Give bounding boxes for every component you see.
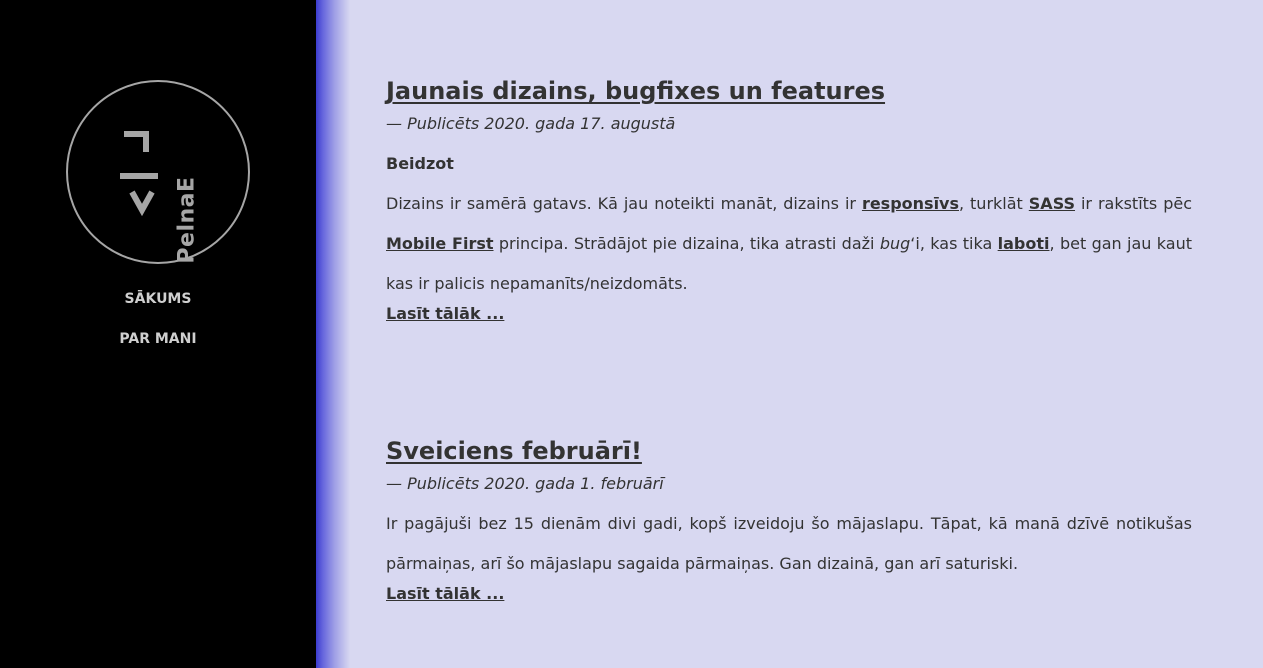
site-logo[interactable]: PelnaE — [66, 80, 250, 264]
excerpt-text: ‘i, kas tika — [910, 234, 998, 253]
bug-emphasis: bug — [879, 234, 911, 253]
mobile-first-link[interactable]: Mobile First — [386, 234, 494, 253]
laboti-link[interactable]: laboti — [998, 234, 1050, 253]
post-excerpt: Ir pagājuši bez 15 dienām divi gadi, kop… — [386, 514, 1192, 573]
post-date: — Publicēts 2020. gada 1. februārī — [386, 474, 664, 493]
post-article: Jaunais dizains, bugfixes un features — … — [386, 74, 1192, 324]
responsive-link[interactable]: responsīvs — [862, 194, 959, 213]
post-subtitle: Beidzot — [386, 154, 454, 173]
post-title-link[interactable]: Jaunais dizains, bugfixes un features — [386, 74, 885, 108]
excerpt-text: ir rakstīts pēc — [1075, 194, 1193, 213]
sass-link[interactable]: SASS — [1029, 194, 1075, 213]
sidebar-shadow — [316, 0, 350, 668]
excerpt-text: principa. Strādājot pie dizaina, tika at… — [493, 234, 880, 253]
excerpt-text: Dizains ir samērā gatavs. Kā jau noteikt… — [386, 194, 862, 213]
logo-text: PelnaE — [174, 176, 200, 264]
sidebar: PelnaE SĀKUMS PAR MANI — [0, 0, 316, 668]
nav-item-about[interactable]: PAR MANI — [0, 331, 316, 347]
excerpt-text: , turklāt — [959, 194, 1029, 213]
nav-item-home[interactable]: SĀKUMS — [0, 291, 316, 307]
read-more-link[interactable]: Lasīt tālāk ... — [386, 584, 504, 604]
post-title-link[interactable]: Sveiciens februārī! — [386, 434, 642, 468]
read-more-link[interactable]: Lasīt tālāk ... — [386, 304, 504, 324]
post-article: Sveiciens februārī! — Publicēts 2020. ga… — [386, 434, 1192, 604]
post-date: — Publicēts 2020. gada 17. augustā — [386, 114, 676, 133]
post-excerpt: Dizains ir samērā gatavs. Kā jau noteikt… — [386, 184, 1192, 304]
